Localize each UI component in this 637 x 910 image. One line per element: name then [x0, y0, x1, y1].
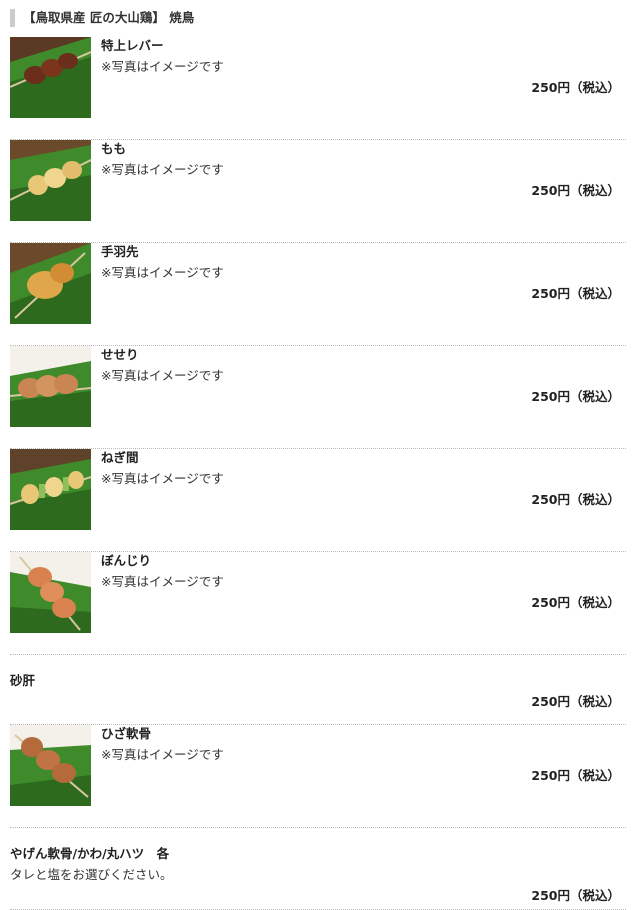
item-name: せせり [101, 347, 139, 362]
menu-item: ひざ軟骨 ※写真はイメージです 250円（税込） [10, 725, 626, 828]
item-name: 特上レバー [101, 38, 164, 53]
item-photo [10, 449, 91, 530]
menu-item: ぼんじり ※写真はイメージです 250円（税込） [10, 552, 626, 655]
item-note: ※写真はイメージです [101, 574, 224, 589]
section-title: 【鳥取県産 匠の大山鶏】 焼鳥 [10, 9, 194, 27]
item-price: 250円（税込） [531, 888, 620, 903]
item-note: タレと塩をお選びください。 [10, 867, 173, 882]
item-note: ※写真はイメージです [101, 162, 224, 177]
menu-item: 砂肝 250円（税込） [10, 655, 626, 725]
item-photo [10, 725, 91, 806]
item-photo [10, 37, 91, 118]
item-name: 手羽先 [101, 244, 139, 259]
item-price: 250円（税込） [531, 183, 620, 198]
item-price: 250円（税込） [531, 80, 620, 95]
menu-item: もも ※写真はイメージです 250円（税込） [10, 140, 626, 243]
menu-item: せせり ※写真はイメージです 250円（税込） [10, 346, 626, 449]
item-price: 250円（税込） [531, 768, 620, 783]
menu-item: ねぎ間 ※写真はイメージです 250円（税込） [10, 449, 626, 552]
item-photo [10, 552, 91, 633]
item-name: ねぎ間 [101, 450, 139, 465]
item-price: 250円（税込） [531, 694, 620, 709]
item-note: ※写真はイメージです [101, 265, 224, 280]
item-name: ひざ軟骨 [101, 726, 152, 741]
item-name: ぼんじり [101, 553, 152, 568]
item-name: やげん軟骨/かわ/丸ハツ 各 [10, 846, 170, 861]
item-note: ※写真はイメージです [101, 368, 224, 383]
item-note: ※写真はイメージです [101, 59, 224, 74]
item-price: 250円（税込） [531, 286, 620, 301]
menu-list: 特上レバー ※写真はイメージです 250円（税込） もも ※写真はイメージです … [10, 37, 626, 910]
item-name: 砂肝 [10, 673, 36, 688]
item-name: もも [101, 141, 127, 156]
item-price: 250円（税込） [531, 595, 620, 610]
item-photo [10, 243, 91, 324]
menu-item: 特上レバー ※写真はイメージです 250円（税込） [10, 37, 626, 140]
menu-item: 手羽先 ※写真はイメージです 250円（税込） [10, 243, 626, 346]
item-note: ※写真はイメージです [101, 471, 224, 486]
item-price: 250円（税込） [531, 389, 620, 404]
item-photo [10, 346, 91, 427]
item-price: 250円（税込） [531, 492, 620, 507]
item-note: ※写真はイメージです [101, 747, 224, 762]
menu-item: やげん軟骨/かわ/丸ハツ 各 タレと塩をお選びください。 250円（税込） [10, 828, 626, 910]
item-photo [10, 140, 91, 221]
